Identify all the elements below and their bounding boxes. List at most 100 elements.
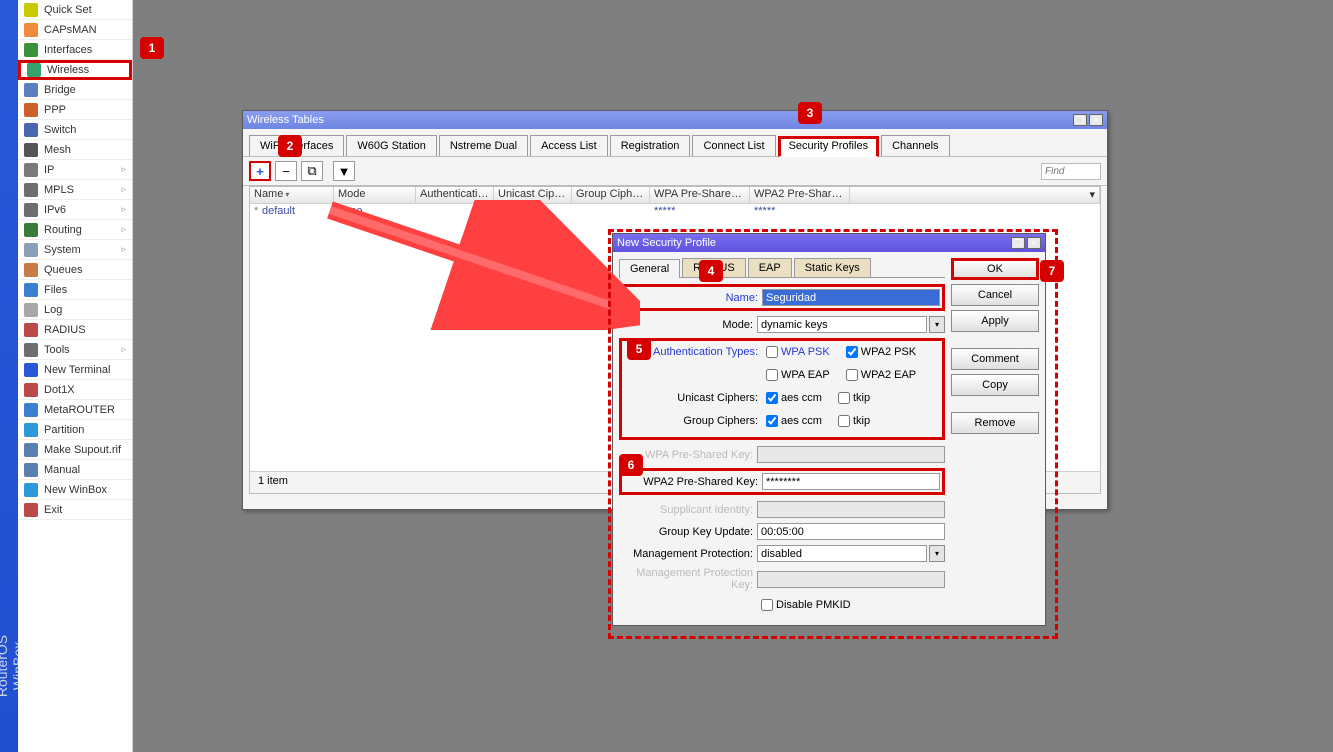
add-button[interactable]: + bbox=[249, 161, 271, 181]
group-ciphers-label: Group Ciphers: bbox=[624, 415, 762, 427]
cell: ***** bbox=[750, 204, 850, 220]
dialog-close-icon[interactable]: ✕ bbox=[1027, 237, 1041, 249]
menu-item-tools[interactable]: Tools▹ bbox=[18, 340, 132, 360]
tab-channels[interactable]: Channels bbox=[881, 135, 949, 156]
window-restore-icon[interactable]: ❐ bbox=[1073, 114, 1087, 126]
copy-button[interactable]: Copy bbox=[951, 374, 1039, 396]
menu-item-capsman[interactable]: CAPsMAN bbox=[18, 20, 132, 40]
unicast-tkip-checkbox[interactable]: tkip bbox=[834, 389, 870, 407]
menu-item-radius[interactable]: RADIUS bbox=[18, 320, 132, 340]
menu-icon bbox=[24, 223, 38, 237]
menu-label: Quick Set bbox=[44, 4, 92, 16]
menu-item-partition[interactable]: Partition bbox=[18, 420, 132, 440]
menu-item-log[interactable]: Log bbox=[18, 300, 132, 320]
menu-label: Bridge bbox=[44, 84, 76, 96]
column-header[interactable]: Name bbox=[250, 187, 334, 203]
menu-item-routing[interactable]: Routing▹ bbox=[18, 220, 132, 240]
menu-item-ppp[interactable]: PPP bbox=[18, 100, 132, 120]
app-sidebar-brand: RouterOS WinBox bbox=[0, 0, 18, 752]
dialog-buttons: OK Cancel Apply Comment Copy Remove bbox=[951, 258, 1039, 619]
column-header[interactable]: Group Ciphers bbox=[572, 187, 650, 203]
dialog-restore-icon[interactable]: ❐ bbox=[1011, 237, 1025, 249]
menu-icon bbox=[24, 263, 38, 277]
columns-dropdown-icon[interactable]: ▾ bbox=[850, 187, 1100, 203]
grid-header[interactable]: NameModeAuthenticatio...Unicast CiphersG… bbox=[250, 187, 1100, 204]
unicast-aesccm-checkbox[interactable]: aes ccm bbox=[762, 389, 822, 407]
tab-nstreme-dual[interactable]: Nstreme Dual bbox=[439, 135, 528, 156]
menu-item-dot1x[interactable]: Dot1X bbox=[18, 380, 132, 400]
mode-select[interactable] bbox=[757, 316, 927, 333]
tab-access-list[interactable]: Access List bbox=[530, 135, 608, 156]
name-input[interactable] bbox=[762, 289, 940, 306]
chevron-right-icon: ▹ bbox=[121, 344, 126, 355]
group-key-update-input[interactable] bbox=[757, 523, 945, 540]
window-close-icon[interactable]: ✕ bbox=[1089, 114, 1103, 126]
menu-icon bbox=[24, 143, 38, 157]
menu-icon bbox=[24, 503, 38, 517]
wireless-tables-titlebar[interactable]: Wireless Tables ❐ ✕ bbox=[243, 111, 1107, 129]
remove-button[interactable]: Remove bbox=[951, 412, 1039, 434]
mode-label: Mode: bbox=[619, 319, 757, 331]
mgmt-protection-key-label: Management Protection Key: bbox=[619, 567, 757, 591]
copy-button[interactable]: ⧉ bbox=[301, 161, 323, 181]
dialog-titlebar[interactable]: New Security Profile ❐ ✕ bbox=[613, 234, 1045, 252]
menu-icon bbox=[24, 83, 38, 97]
tab-connect-list[interactable]: Connect List bbox=[692, 135, 775, 156]
menu-item-metarouter[interactable]: MetaROUTER bbox=[18, 400, 132, 420]
disable-pmkid-checkbox[interactable]: Disable PMKID bbox=[757, 596, 851, 614]
column-header[interactable]: WPA2 Pre-Shared... bbox=[750, 187, 850, 203]
menu-item-exit[interactable]: Exit bbox=[18, 500, 132, 520]
subtab-eap[interactable]: EAP bbox=[748, 258, 792, 277]
column-header[interactable]: Authenticatio... bbox=[416, 187, 494, 203]
subtab-general[interactable]: General bbox=[619, 259, 680, 278]
menu-label: Queues bbox=[44, 264, 83, 276]
menu-item-switch[interactable]: Switch bbox=[18, 120, 132, 140]
menu-icon bbox=[24, 443, 38, 457]
menu-item-new-winbox[interactable]: New WinBox bbox=[18, 480, 132, 500]
menu-item-files[interactable]: Files bbox=[18, 280, 132, 300]
ok-button[interactable]: OK bbox=[951, 258, 1039, 280]
mgmt-protection-select[interactable] bbox=[757, 545, 927, 562]
menu-item-ip[interactable]: IP▹ bbox=[18, 160, 132, 180]
table-row[interactable]: *defaultnone********** bbox=[250, 204, 1100, 220]
menu-item-make-supout-rif[interactable]: Make Supout.rif bbox=[18, 440, 132, 460]
wpa-psk-checkbox[interactable]: WPA PSK bbox=[762, 343, 830, 361]
remove-button[interactable]: − bbox=[275, 161, 297, 181]
group-aesccm-checkbox[interactable]: aes ccm bbox=[762, 412, 822, 430]
group-key-update-label: Group Key Update: bbox=[619, 526, 757, 538]
menu-item-new-terminal[interactable]: New Terminal bbox=[18, 360, 132, 380]
menu-item-wireless[interactable]: Wireless bbox=[18, 60, 132, 80]
cancel-button[interactable]: Cancel bbox=[951, 284, 1039, 306]
column-header[interactable]: WPA Pre-Shared ... bbox=[650, 187, 750, 203]
find-input[interactable] bbox=[1041, 163, 1101, 180]
wpa2-eap-checkbox[interactable]: WPA2 EAP bbox=[842, 366, 916, 384]
mode-dropdown-icon[interactable]: ▾ bbox=[929, 316, 945, 333]
menu-item-manual[interactable]: Manual bbox=[18, 460, 132, 480]
column-header[interactable]: Unicast Ciphers bbox=[494, 187, 572, 203]
subtab-static-keys[interactable]: Static Keys bbox=[794, 258, 871, 277]
column-header[interactable]: Mode bbox=[334, 187, 416, 203]
menu-item-mesh[interactable]: Mesh bbox=[18, 140, 132, 160]
filter-button[interactable]: ▼ bbox=[333, 161, 355, 181]
group-tkip-checkbox[interactable]: tkip bbox=[834, 412, 870, 430]
comment-button[interactable]: Comment bbox=[951, 348, 1039, 370]
wireless-toolbar: + − ⧉ ▼ bbox=[243, 156, 1107, 186]
mgmt-protection-dropdown-icon[interactable]: ▾ bbox=[929, 545, 945, 562]
menu-icon bbox=[24, 123, 38, 137]
menu-item-ipv6[interactable]: IPv6▹ bbox=[18, 200, 132, 220]
tab-w60g-station[interactable]: W60G Station bbox=[346, 135, 436, 156]
tab-security-profiles[interactable]: Security Profiles bbox=[778, 136, 879, 157]
wpa2-psk-checkbox[interactable]: WPA2 PSK bbox=[842, 343, 916, 361]
apply-button[interactable]: Apply bbox=[951, 310, 1039, 332]
menu-item-bridge[interactable]: Bridge bbox=[18, 80, 132, 100]
menu-label: MPLS bbox=[44, 184, 74, 196]
menu-item-interfaces[interactable]: Interfaces bbox=[18, 40, 132, 60]
menu-icon bbox=[24, 363, 38, 377]
menu-item-system[interactable]: System▹ bbox=[18, 240, 132, 260]
menu-item-mpls[interactable]: MPLS▹ bbox=[18, 180, 132, 200]
tab-registration[interactable]: Registration bbox=[610, 135, 691, 156]
wpa2-key-input[interactable] bbox=[762, 473, 940, 490]
wpa-eap-checkbox[interactable]: WPA EAP bbox=[762, 366, 830, 384]
menu-item-quick-set[interactable]: Quick Set bbox=[18, 0, 132, 20]
menu-item-queues[interactable]: Queues bbox=[18, 260, 132, 280]
